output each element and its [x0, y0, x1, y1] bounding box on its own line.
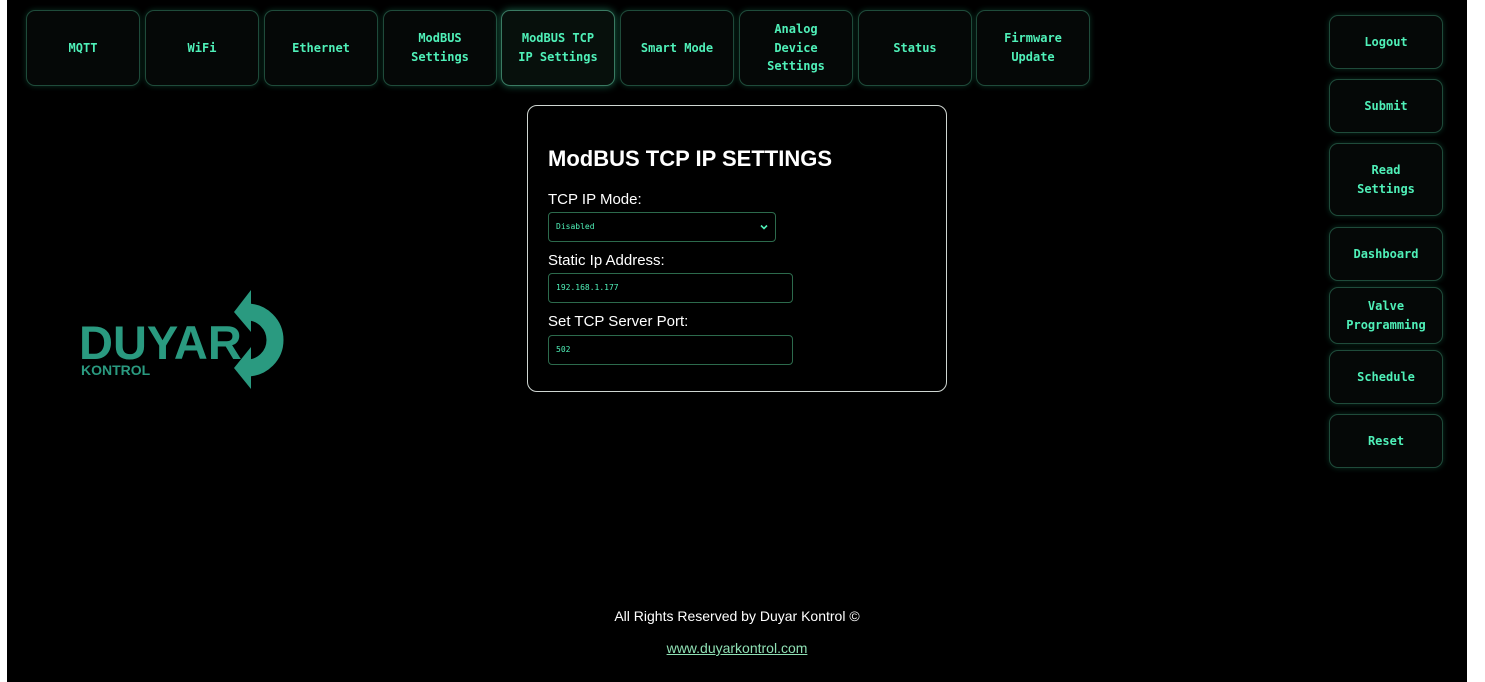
chevron-down-icon: [760, 224, 768, 230]
tab-mqtt[interactable]: MQTT: [26, 10, 140, 86]
tcp-ip-mode-value: Disabled: [556, 222, 595, 231]
logout-button[interactable]: Logout: [1329, 15, 1443, 69]
tab-wifi[interactable]: WiFi: [145, 10, 259, 86]
static-ip-address-label: Static Ip Address:: [548, 252, 665, 269]
footer-link-container: www.duyarkontrol.com: [7, 640, 1467, 656]
panel-title: ModBUS TCP IP SETTINGS: [548, 146, 832, 171]
tab-analog-device-settings[interactable]: Analog Device Settings: [739, 10, 853, 86]
submit-button[interactable]: Submit: [1329, 79, 1443, 133]
tcp-ip-mode-label: TCP IP Mode:: [548, 191, 642, 208]
tab-ethernet[interactable]: Ethernet: [264, 10, 378, 86]
modbus-tcp-ip-settings-panel: ModBUS TCP IP SETTINGS TCP IP Mode: Disa…: [527, 105, 947, 392]
duyar-kontrol-logo: DUYAR KONTROL: [79, 290, 284, 389]
tcp-server-port-input[interactable]: 502: [548, 335, 793, 365]
app-screen: MQTT WiFi Ethernet ModBUS Settings ModBU…: [7, 0, 1467, 682]
tab-modbus-settings[interactable]: ModBUS Settings: [383, 10, 497, 86]
tcp-server-port-label: Set TCP Server Port:: [548, 313, 689, 330]
static-ip-address-input[interactable]: 192.168.1.177: [548, 273, 793, 303]
reset-button[interactable]: Reset: [1329, 414, 1443, 468]
valve-programming-button[interactable]: Valve Programming: [1329, 287, 1443, 344]
website-link[interactable]: www.duyarkontrol.com: [667, 640, 808, 656]
tab-firmware-update[interactable]: Firmware Update: [976, 10, 1090, 86]
tcp-ip-mode-select[interactable]: Disabled: [548, 212, 776, 242]
tab-smart-mode[interactable]: Smart Mode: [620, 10, 734, 86]
tab-modbus-tcp-ip-settings[interactable]: ModBUS TCP IP Settings: [501, 10, 615, 86]
tab-status[interactable]: Status: [858, 10, 972, 86]
footer-copyright: All Rights Reserved by Duyar Kontrol ©: [614, 608, 860, 624]
schedule-button[interactable]: Schedule: [1329, 350, 1443, 404]
read-settings-button[interactable]: Read Settings: [1329, 143, 1443, 216]
dashboard-button[interactable]: Dashboard: [1329, 227, 1443, 281]
logo-sub-text: KONTROL: [81, 362, 151, 378]
